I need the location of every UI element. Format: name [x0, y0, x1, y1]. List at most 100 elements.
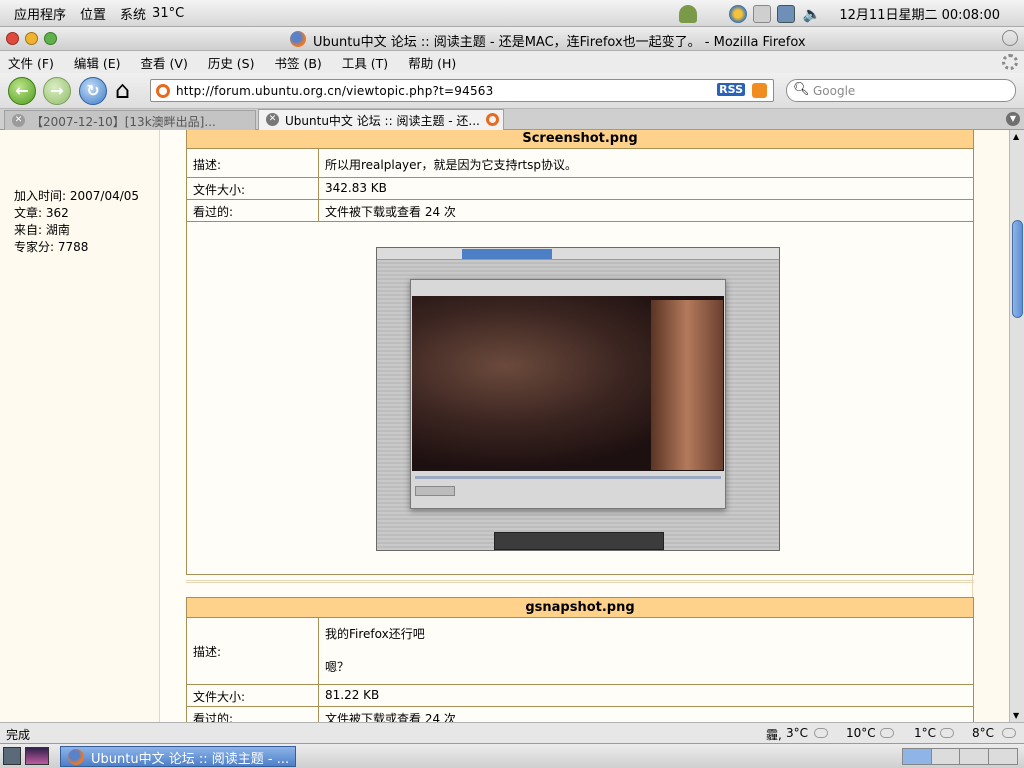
workspace-4[interactable] [989, 749, 1018, 764]
status-text: 完成 [6, 728, 31, 742]
back-button[interactable]: ← [8, 77, 36, 105]
ubuntu-favicon-icon [486, 113, 499, 126]
menu-history[interactable]: 历史 (S) [208, 53, 255, 72]
desc-value: 所以用realplayer，就是因为它支持rtsp协议。 [325, 158, 577, 172]
vertical-scrollbar[interactable]: ▲ ▼ [1009, 130, 1024, 722]
feed-icon[interactable] [752, 83, 767, 98]
desc-value: 我的Firefox还行吧 嗯？ [319, 618, 973, 684]
desc-line-1: 我的Firefox还行吧 [325, 627, 425, 641]
window-titlebar[interactable]: Ubuntu中文 论坛 :: 阅读主题 - 还是MAC，连Firefox也一起变… [0, 27, 1024, 51]
home-icon[interactable]: ⌂ [115, 76, 130, 104]
page-content: 加入时间: 2007/04/05 文章: 362 来自: 湖南 专家分: 778… [0, 130, 1009, 722]
tab-active[interactable]: ✕ Ubuntu中文 论坛 :: 阅读主题 - 还... [258, 109, 504, 130]
post-count: 文章: 362 [14, 206, 69, 220]
network-globe-icon[interactable] [728, 4, 747, 23]
search-box[interactable]: 🔍︎ Google [786, 79, 1016, 102]
close-tab-icon[interactable]: ✕ [12, 114, 25, 127]
weather-day-2[interactable]: 10°C [846, 726, 876, 740]
poster-sidebar: 加入时间: 2007/04/05 文章: 362 来自: 湖南 专家分: 778… [0, 130, 160, 722]
menu-view[interactable]: 查看 (V) [141, 53, 188, 72]
menu-help[interactable]: 帮助 (H) [408, 53, 456, 72]
menu-file[interactable]: 文件 (F) [8, 53, 54, 72]
desc-line-2: 嗯？ [325, 660, 350, 674]
screenshot-thumbnail[interactable] [376, 247, 780, 551]
window-title: Ubuntu中文 论坛 :: 阅读主题 - 还是MAC，连Firefox也一起变… [313, 35, 806, 50]
size-label: 文件大小: [187, 178, 319, 199]
thumb-dock [494, 532, 664, 550]
show-desktop-icon[interactable] [3, 747, 21, 765]
thumb-seek-bar [415, 476, 721, 479]
tab-label: 【2007-12-10】[13k澳畔出品]... [31, 115, 216, 129]
workspace-2[interactable] [932, 749, 960, 764]
window-menu-icon[interactable] [1002, 30, 1018, 46]
search-input[interactable]: Google [813, 84, 855, 98]
bottom-taskbar: Ubuntu中文 论坛 :: 阅读主题 - ... [0, 743, 1024, 768]
menu-tools[interactable]: 工具 (T) [342, 53, 388, 72]
reload-button[interactable]: ↻ [79, 77, 107, 105]
weather-day-4[interactable]: 8°C [972, 726, 994, 740]
thumb-controls [415, 486, 455, 496]
scrollbar-thumb[interactable] [1012, 220, 1023, 318]
menubar: 文件 (F) 编辑 (E) 查看 (V) 历史 (S) 书签 (B) 工具 (T… [0, 51, 1024, 73]
monitor-icon[interactable] [776, 4, 795, 23]
workspace-switcher[interactable] [902, 748, 1018, 765]
scroll-down-icon[interactable]: ▼ [1013, 711, 1019, 720]
user-icon[interactable] [678, 4, 697, 23]
url-text[interactable]: http://forum.ubuntu.org.cn/viewtopic.php… [176, 84, 493, 98]
weather-day-3[interactable]: 1°C [914, 726, 936, 740]
site-favicon-icon [156, 84, 170, 98]
scroll-up-icon[interactable]: ▲ [1013, 132, 1019, 141]
poster-info: 加入时间: 2007/04/05 文章: 362 来自: 湖南 专家分: 778… [14, 188, 139, 256]
close-tab-icon[interactable]: ✕ [266, 113, 279, 126]
system-menu[interactable]: 系统 [120, 4, 146, 23]
weather-today[interactable]: 3°C [786, 726, 808, 740]
top-panel: 应用程序 位置 系统 31°C 🔈 12月11日星期二 00:08:00 [0, 0, 1024, 27]
taskbar-firefox-window[interactable]: Ubuntu中文 论坛 :: 阅读主题 - ... [60, 746, 296, 767]
attachment-gsnapshot: gsnapshot.png 描述: 我的Firefox还行吧 嗯？ 文件大小: … [186, 597, 974, 722]
volume-icon[interactable]: 🔈 [803, 5, 822, 23]
right-margin [972, 130, 1009, 722]
places-menu[interactable]: 位置 [80, 4, 106, 23]
tab-list-icon[interactable]: ▼ [1006, 112, 1020, 126]
join-date: 加入时间: 2007/04/05 [14, 189, 140, 203]
size-label: 文件大小: [187, 685, 319, 706]
menu-edit[interactable]: 编辑 (E) [74, 53, 121, 72]
menu-bookmarks[interactable]: 书签 (B) [275, 53, 322, 72]
activity-throbber-icon [1002, 54, 1018, 70]
thumb-top-panel [377, 248, 779, 260]
clock[interactable]: 12月11日星期二 00:08:00 [839, 4, 1000, 23]
location: 来自: 湖南 [14, 223, 70, 237]
attachment-filename[interactable]: gsnapshot.png [187, 598, 973, 618]
printer-icon[interactable] [752, 4, 771, 23]
views-value: 文件被下载或查看 24 次 [325, 205, 456, 219]
post-separator [186, 580, 974, 583]
tab-inactive[interactable]: ✕ 【2007-12-10】[13k澳畔出品]... [4, 110, 256, 130]
attachment-filename[interactable]: Screenshot.png [187, 130, 973, 149]
search-icon[interactable]: 🔍︎ [793, 82, 810, 97]
panel-weather[interactable]: 31°C [152, 6, 184, 21]
desc-label: 描述: [187, 149, 319, 177]
expert-score: 专家分: 7788 [14, 240, 89, 254]
workspace-3[interactable] [960, 749, 989, 764]
applications-menu[interactable]: 应用程序 [14, 4, 66, 23]
workspace-1[interactable] [903, 749, 932, 764]
firefox-logo-icon [68, 749, 84, 765]
url-bar[interactable]: http://forum.ubuntu.org.cn/viewtopic.php… [150, 79, 774, 102]
views-label: 看过的: [187, 200, 319, 221]
size-value: 342.83 KB [325, 181, 387, 195]
views-label: 看过的: [187, 707, 319, 722]
minimize-window-icon[interactable] [25, 32, 38, 45]
size-value: 81.22 KB [325, 688, 380, 702]
weather-rain-icon [880, 728, 894, 738]
forward-button[interactable]: → [43, 77, 71, 105]
weather-prefix: 霾, [766, 728, 782, 742]
tab-label: Ubuntu中文 论坛 :: 阅读主题 - 还... [285, 114, 480, 128]
workspace-thumb-icon[interactable] [25, 747, 49, 765]
maximize-window-icon[interactable] [44, 32, 57, 45]
desc-label: 描述: [187, 618, 319, 684]
close-window-icon[interactable] [6, 32, 19, 45]
rss-icon[interactable]: RSS [717, 83, 745, 96]
thumb-video-highlight [651, 300, 723, 470]
weather-rain-icon [940, 728, 954, 738]
weather-rain-icon [1002, 728, 1016, 738]
